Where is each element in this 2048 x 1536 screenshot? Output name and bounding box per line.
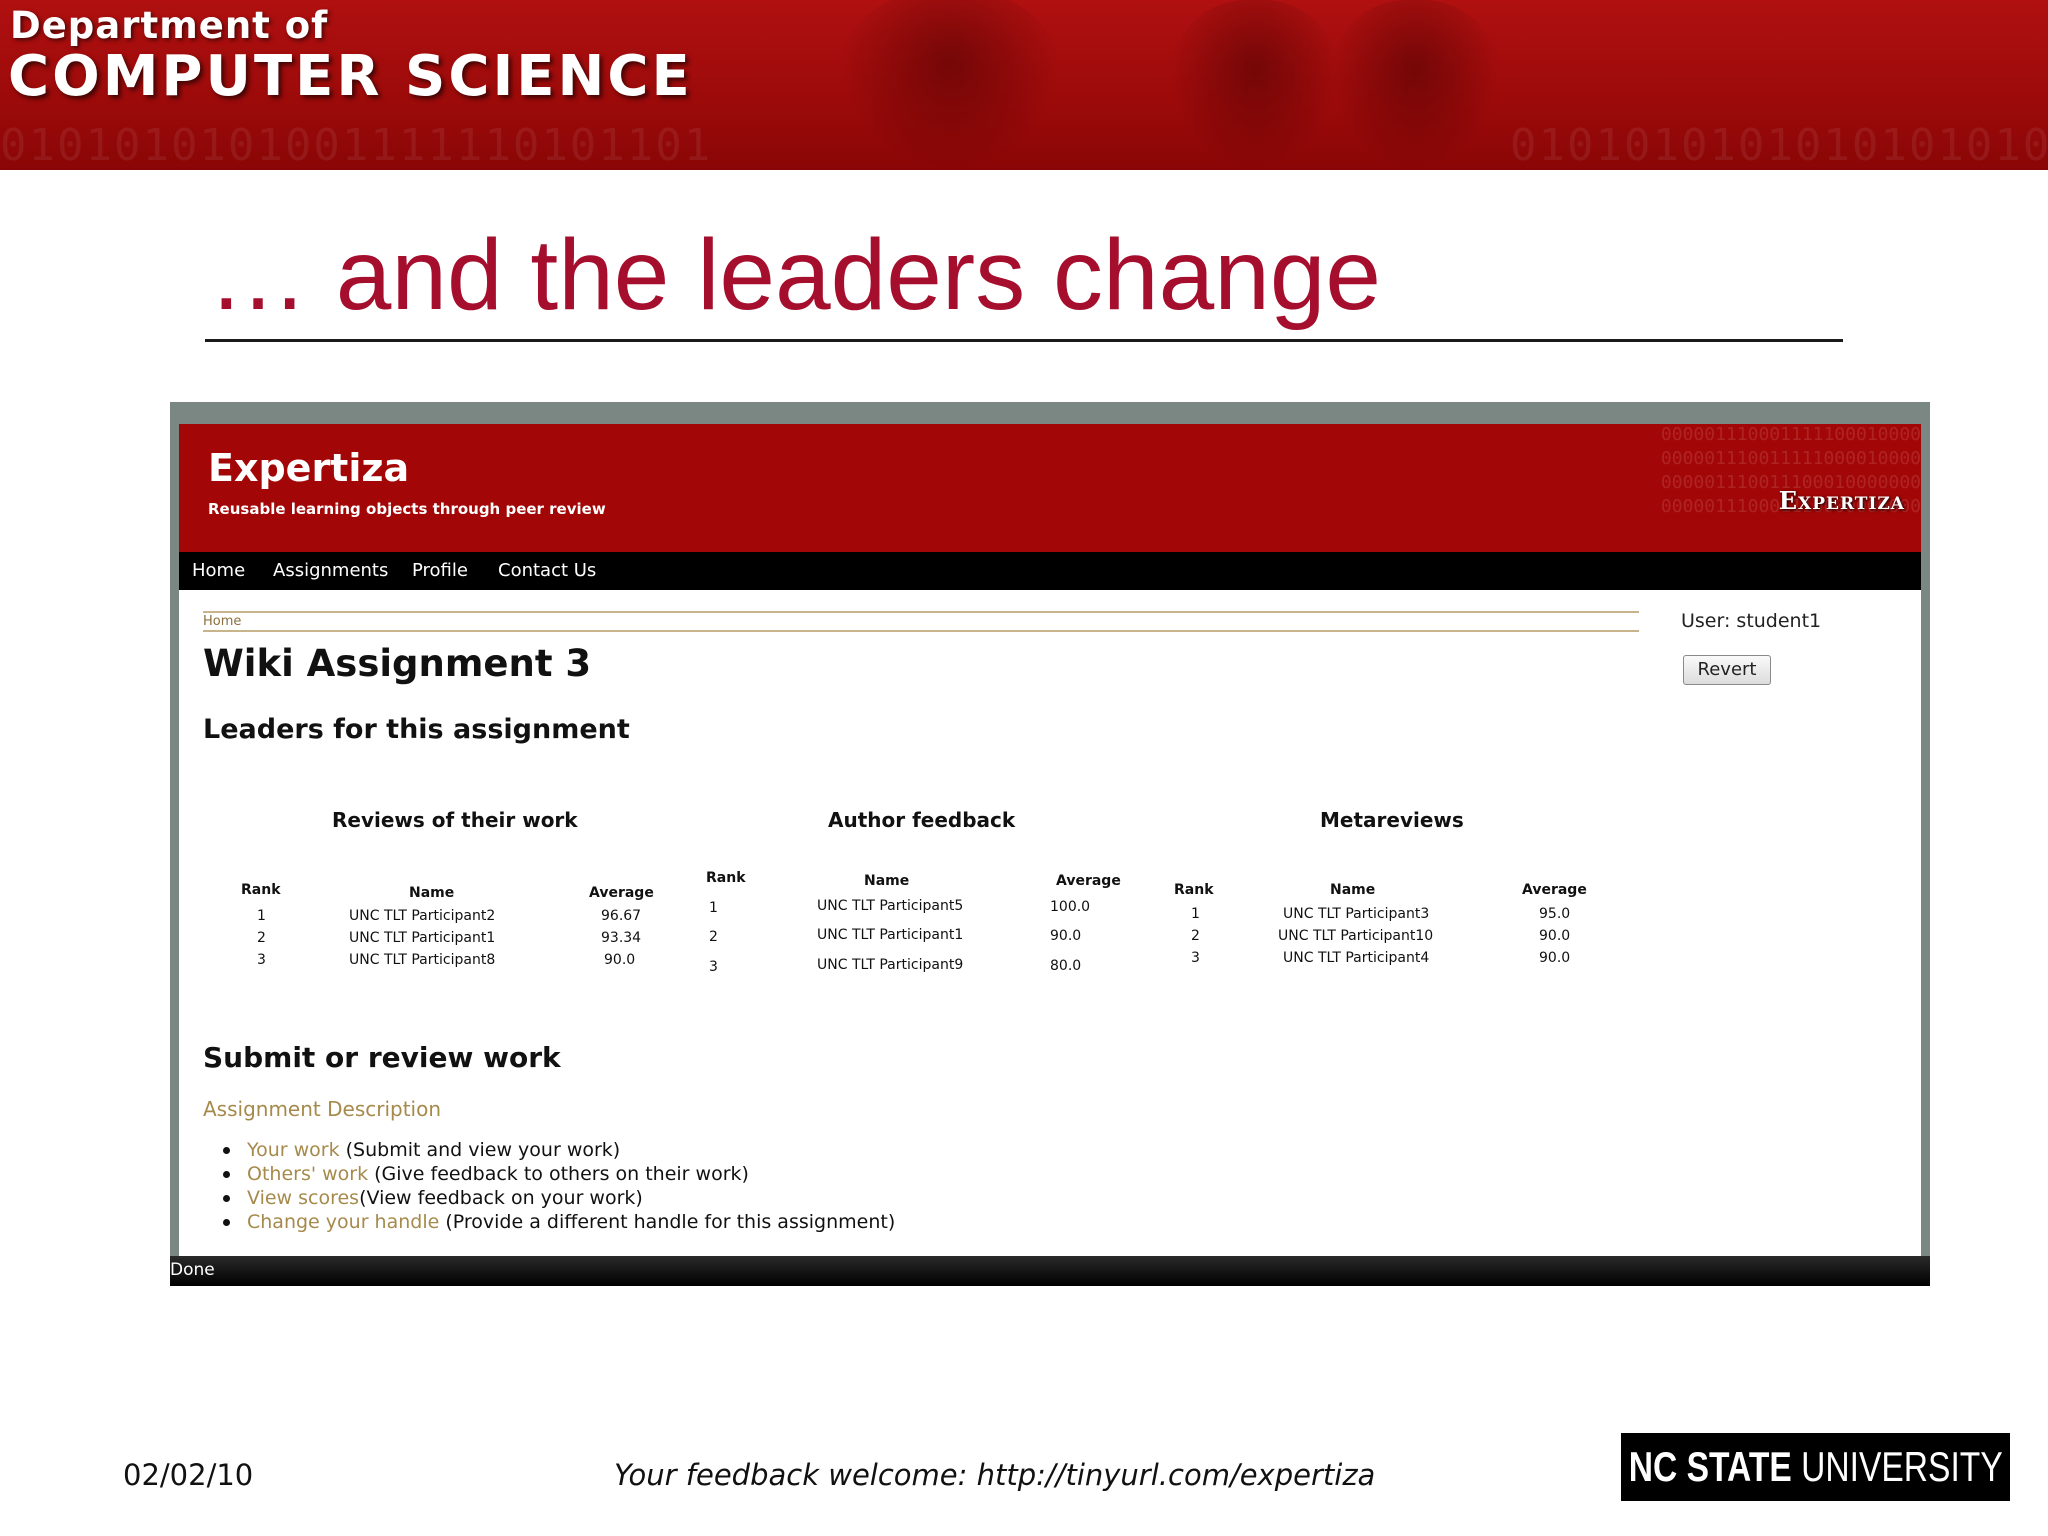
slide-date: 02/02/10: [123, 1458, 254, 1492]
cell-rank: 3: [257, 952, 266, 968]
wolf-graphic: [840, 0, 1060, 170]
slide-title: … and the leaders change: [208, 219, 1382, 331]
your-work-link[interactable]: Your work: [247, 1139, 340, 1161]
cell-name: UNC TLT Participant1: [349, 930, 496, 946]
binary-decoration: 0101010101010101010: [1510, 120, 2048, 170]
cell-rank: 2: [257, 930, 266, 946]
cell-name: UNC TLT Participant4: [1283, 950, 1430, 966]
app-badge-logo: Expertiza: [1778, 486, 1905, 515]
column-header-rank: Rank: [706, 870, 746, 886]
assignment-title: Wiki Assignment 3: [203, 642, 592, 685]
nav-contact-us[interactable]: Contact Us: [498, 560, 596, 581]
cell-average: 90.0: [1539, 928, 1571, 944]
cell-rank: 2: [1191, 928, 1200, 944]
cell-average: 100.0: [1050, 899, 1091, 915]
breadcrumb-rule: [203, 630, 1639, 632]
list-item-text: (Give feedback to others on their work): [368, 1163, 749, 1185]
cell-rank: 3: [709, 959, 718, 975]
binary-decoration: 0101010101001111110101101: [0, 120, 713, 170]
status-text: Done: [170, 1260, 215, 1280]
column-header-name: Name: [864, 873, 910, 889]
ncsu-logo-bold: NC STATE: [1628, 1443, 1792, 1490]
cell-name: UNC TLT Participant3: [1283, 906, 1430, 922]
view-scores-link[interactable]: View scores: [247, 1187, 359, 1209]
cell-average: 93.34: [601, 930, 642, 946]
list-item: Change your handle (Provide a different …: [219, 1210, 895, 1234]
cell-rank: 1: [1191, 906, 1200, 922]
wolf-graphic: [1170, 0, 1340, 170]
leaders-heading: Leaders for this assignment: [203, 714, 630, 745]
feedback-note: Your feedback welcome: http://tinyurl.co…: [614, 1458, 1376, 1492]
board-title-metareviews: Metareviews: [1320, 808, 1464, 832]
revert-button[interactable]: Revert: [1683, 655, 1771, 685]
cell-name: UNC TLT Participant8: [349, 952, 496, 968]
browser-status-bar: Done: [170, 1256, 1930, 1286]
breadcrumb-rule: [203, 611, 1639, 613]
title-divider: [205, 339, 1843, 342]
browser-viewport: 000001110001111100010000 000001110011111…: [179, 424, 1921, 1256]
submit-heading: Submit or review work: [203, 1041, 561, 1074]
department-label: Department of: [10, 4, 329, 47]
ncsu-logo-text: NC STATE UNIVERSITY: [1629, 1443, 2003, 1491]
work-links-list: Your work (Submit and view your work) Ot…: [219, 1138, 895, 1234]
app-tagline: Reusable learning objects through peer r…: [208, 500, 606, 518]
cell-rank: 3: [1191, 950, 1200, 966]
column-header-rank: Rank: [241, 882, 281, 898]
cell-name: UNC TLT Participant9: [817, 957, 964, 973]
ncsu-logo: NC STATE UNIVERSITY: [1621, 1433, 2010, 1501]
column-header-average: Average: [1522, 882, 1587, 898]
others-work-link[interactable]: Others' work: [247, 1163, 368, 1185]
nav-assignments[interactable]: Assignments: [273, 560, 388, 581]
cell-average: 90.0: [1539, 950, 1571, 966]
column-header-name: Name: [409, 885, 455, 901]
nav-profile[interactable]: Profile: [412, 560, 468, 581]
cell-average: 90.0: [1050, 928, 1082, 944]
column-header-rank: Rank: [1174, 882, 1214, 898]
cell-average: 95.0: [1539, 906, 1571, 922]
cell-rank: 1: [257, 908, 266, 924]
cell-average: 96.67: [601, 908, 642, 924]
binary-decoration: 000001110011111000010000: [1660, 448, 1921, 469]
assignment-description-link[interactable]: Assignment Description: [203, 1097, 441, 1121]
app-logo[interactable]: Expertiza: [208, 446, 409, 490]
cell-name: UNC TLT Participant2: [349, 908, 496, 924]
app-header: 000001110001111100010000 000001110011111…: [179, 424, 1921, 552]
list-item: Others' work (Give feedback to others on…: [219, 1162, 895, 1186]
column-header-average: Average: [589, 885, 654, 901]
list-item: Your work (Submit and view your work): [219, 1138, 895, 1162]
board-title-author-feedback: Author feedback: [828, 808, 1016, 832]
current-user: User: student1: [1681, 610, 1822, 632]
binary-decoration: 000001110001111100010000: [1660, 424, 1921, 445]
list-item-text: (View feedback on your work): [359, 1187, 643, 1209]
column-header-average: Average: [1056, 873, 1121, 889]
cell-name: UNC TLT Participant5: [817, 898, 964, 914]
cell-rank: 1: [709, 900, 718, 916]
list-item-text: (Provide a different handle for this ass…: [439, 1211, 896, 1233]
cell-name: UNC TLT Participant1: [817, 927, 964, 943]
list-item: View scores(View feedback on your work): [219, 1186, 895, 1210]
ncsu-logo-thin: UNIVERSITY: [1791, 1443, 2003, 1490]
cell-average: 90.0: [604, 952, 636, 968]
cell-rank: 2: [709, 929, 718, 945]
breadcrumb[interactable]: Home: [203, 614, 241, 629]
department-banner: 0101010101001111110101101 01010101010101…: [0, 0, 2048, 170]
list-item-text: (Submit and view your work): [339, 1139, 621, 1161]
column-header-name: Name: [1330, 882, 1376, 898]
department-name: COMPUTER SCIENCE: [8, 44, 693, 109]
nav-home[interactable]: Home: [192, 560, 245, 581]
cell-name: UNC TLT Participant10: [1278, 928, 1434, 944]
main-nav: Home Assignments Profile Contact Us: [179, 552, 1921, 590]
wolf-graphic: [1330, 0, 1500, 170]
change-handle-link[interactable]: Change your handle: [247, 1211, 439, 1233]
cell-average: 80.0: [1050, 958, 1082, 974]
board-title-reviews: Reviews of their work: [332, 808, 578, 832]
browser-screenshot: 000001110001111100010000 000001110011111…: [170, 402, 1930, 1286]
